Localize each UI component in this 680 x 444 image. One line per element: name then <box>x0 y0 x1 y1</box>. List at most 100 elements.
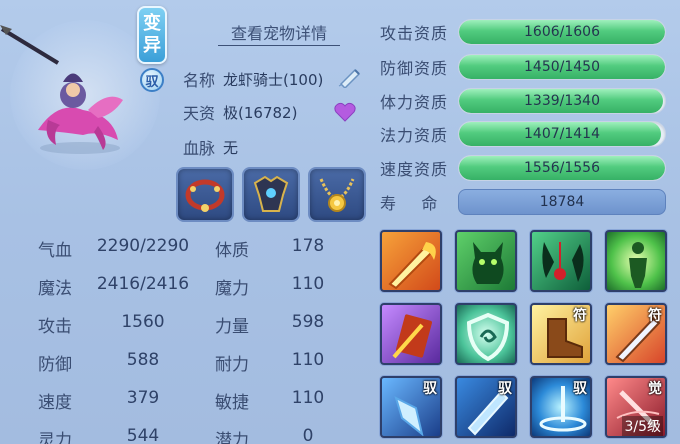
bloodline-row: 血脉 无 <box>183 135 238 159</box>
gold-necklace-icon <box>319 177 355 212</box>
equip-slot-ring[interactable] <box>176 167 234 222</box>
talent-value: 极(16782) <box>223 103 298 122</box>
stat-value: 110 <box>291 350 325 370</box>
lifespan-label: 寿 命 <box>380 194 439 213</box>
equip-slot-armor[interactable] <box>242 167 300 222</box>
aptitude-value: 1339/1340 <box>524 93 600 109</box>
skill-slot[interactable] <box>455 230 517 292</box>
aptitude-row-attack: 攻击资质 1606/1606 <box>380 17 666 47</box>
aptitude-value: 1450/1450 <box>524 59 600 75</box>
aptitude-label: 攻击资质 <box>380 24 449 43</box>
aptitude-row-speed: 速度资质 1556/1556 <box>380 153 666 183</box>
stats-grid: 气血 2290/2290 体质 178 魔法 2416/2416 魔力 110 … <box>38 236 338 444</box>
stat-row: 攻击 1560 力量 598 <box>38 312 338 350</box>
skill-slot[interactable] <box>380 303 442 365</box>
name-label: 名称 <box>183 71 216 90</box>
stat-row: 魔法 2416/2416 魔力 110 <box>38 274 338 312</box>
aptitude-value: 1407/1414 <box>524 126 600 142</box>
lobster-knight-image <box>38 73 123 154</box>
stat-value: 379 <box>126 388 160 408</box>
aptitude-value: 1606/1606 <box>524 24 600 40</box>
variant-char-2: 异 <box>143 35 161 56</box>
skill-slot[interactable]: 驭 <box>530 376 592 438</box>
stat-label: 魔法 <box>38 279 72 299</box>
stat-row: 防御 588 耐力 110 <box>38 350 338 388</box>
blood-drop-skill-icon <box>542 242 584 282</box>
skill-tag: 符 <box>573 308 587 324</box>
equipment-row <box>176 167 366 222</box>
skill-tag: 驭 <box>423 381 437 397</box>
stat-label: 防御 <box>38 355 72 375</box>
aptitude-bar: 1339/1340 <box>458 88 666 114</box>
aptitude-bar: 1606/1606 <box>458 19 666 45</box>
heart-icon[interactable] <box>334 102 356 122</box>
aptitude-row-defense: 防御资质 1450/1450 <box>380 52 666 82</box>
skill-slot[interactable]: 符 <box>605 303 667 365</box>
skill-slot[interactable] <box>605 230 667 292</box>
stat-value: 2290/2290 <box>96 236 190 256</box>
pet-portrait: 变 异 驭 <box>0 0 175 210</box>
tame-badge: 驭 <box>140 68 164 92</box>
lifespan-value: 18784 <box>458 189 666 215</box>
skill-tag: 符 <box>648 308 662 324</box>
aptitude-row-magic: 法力资质 1407/1414 <box>380 119 666 149</box>
stat-label: 潜力 <box>215 431 249 444</box>
variant-badge: 变 异 <box>137 6 167 64</box>
aptitude-label: 防御资质 <box>380 59 449 78</box>
stat-label: 体质 <box>215 241 249 261</box>
pet-detail-panel: 变 异 驭 查看宠物详情 名称 龙虾骑士(100) 天资 极(16782) 血脉… <box>0 0 680 444</box>
shield-swirl-skill-icon <box>466 312 510 362</box>
armor-icon <box>253 175 289 212</box>
equip-slot-necklace[interactable] <box>308 167 366 222</box>
stat-value: 544 <box>126 426 160 444</box>
spear-image <box>0 25 60 65</box>
stat-label: 速度 <box>38 393 72 413</box>
glowing-figure-skill-icon <box>629 242 647 288</box>
stat-value: 0 <box>302 426 314 444</box>
skill-slot[interactable]: 驭 <box>380 376 442 438</box>
stat-row: 气血 2290/2290 体质 178 <box>38 236 338 274</box>
skill-level: 3/5级 <box>622 416 663 436</box>
variant-char-1: 变 <box>143 13 161 34</box>
stat-label: 魔力 <box>215 279 249 299</box>
skill-slot[interactable] <box>455 303 517 365</box>
stat-value: 588 <box>126 350 160 370</box>
ring-necklace-icon <box>185 179 225 212</box>
stat-value: 598 <box>291 312 325 332</box>
stat-label: 气血 <box>38 241 72 261</box>
aptitude-row-stamina: 体力资质 1339/1340 <box>380 86 666 116</box>
skill-tag: 驭 <box>573 381 587 397</box>
edit-name-icon[interactable] <box>337 66 363 88</box>
stat-row: 灵力 544 潜力 0 <box>38 426 338 444</box>
lifespan-row: 寿 命 18784 <box>380 187 666 217</box>
stat-label: 敏捷 <box>215 393 249 413</box>
view-pet-details-link[interactable]: 查看宠物详情 <box>218 20 340 46</box>
flaming-sword-skill-icon <box>388 242 436 290</box>
stat-label: 攻击 <box>38 317 72 337</box>
name-value: 龙虾骑士(100) <box>223 70 324 89</box>
stat-value: 110 <box>291 274 325 294</box>
skill-slot[interactable]: 驭 <box>455 376 517 438</box>
stat-value: 1560 <box>121 312 165 332</box>
talent-row: 天资 极(16782) <box>183 100 297 124</box>
stat-label: 灵力 <box>38 431 72 444</box>
stat-value: 110 <box>291 388 325 408</box>
skill-tag: 驭 <box>498 381 512 397</box>
bloodline-label: 血脉 <box>183 139 216 158</box>
talent-label: 天资 <box>183 104 216 123</box>
aptitude-label: 法力资质 <box>380 126 449 145</box>
skill-slot[interactable] <box>380 230 442 292</box>
skill-tag: 觉 <box>648 381 662 397</box>
aptitude-bar: 1556/1556 <box>458 155 666 181</box>
stat-value: 178 <box>291 236 325 256</box>
skill-slot[interactable]: 觉 3/5级 <box>605 376 667 438</box>
stat-value: 2416/2416 <box>96 274 190 294</box>
green-demon-skill-icon <box>472 242 504 284</box>
stat-label: 力量 <box>215 317 249 337</box>
skill-slot[interactable]: 符 <box>530 303 592 365</box>
aptitude-bar: 1450/1450 <box>458 54 666 80</box>
aptitude-bar: 1407/1414 <box>458 121 666 147</box>
aptitude-value: 1556/1556 <box>524 160 600 176</box>
bloodline-value: 无 <box>223 138 239 157</box>
skill-slot[interactable] <box>530 230 592 292</box>
